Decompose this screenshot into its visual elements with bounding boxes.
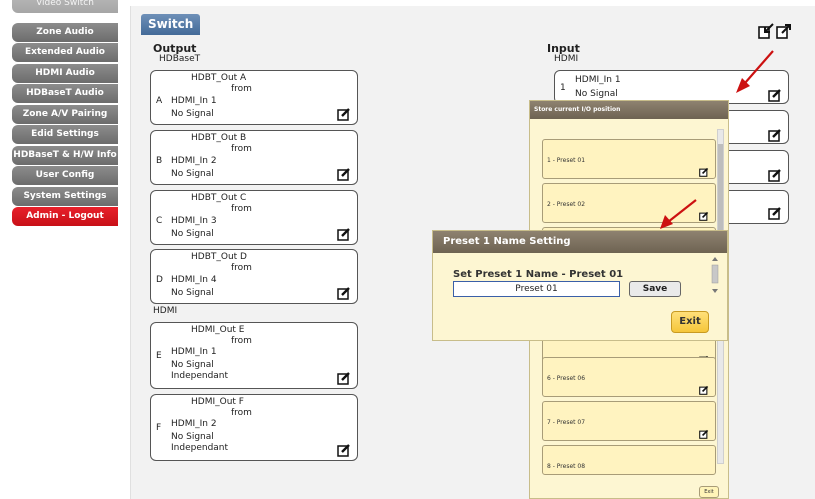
input-name: HDMI_In 1: [575, 75, 621, 85]
store-panel-title: Store current I/O position: [530, 101, 728, 119]
edit-icon[interactable]: [699, 167, 709, 177]
output-box-a: HDBT_Out A from A HDMI_In 1 No Signal: [150, 70, 358, 125]
output-from: from: [231, 408, 252, 418]
preset-name-input[interactable]: [453, 281, 620, 297]
edit-icon[interactable]: [699, 385, 709, 395]
edit-icon[interactable]: [337, 227, 351, 241]
edit-icon[interactable]: [699, 429, 709, 439]
export-icon[interactable]: [776, 23, 792, 39]
edit-icon[interactable]: [768, 168, 782, 182]
hdbaset-section-label: HDBaseT: [159, 54, 201, 64]
output-name: HDBT_Out D: [191, 252, 247, 262]
output-box-b: HDBT_Out B from B HDMI_In 2 No Signal: [150, 130, 358, 185]
preset-name-dialog: Preset 1 Name Setting Set Preset 1 Name …: [432, 230, 728, 341]
sidebar-item-zone-audio[interactable]: Zone Audio: [12, 23, 118, 42]
dialog-scrollbar[interactable]: [710, 253, 720, 297]
output-mode: Independant: [171, 371, 229, 381]
output-letter: B: [156, 156, 163, 166]
output-letter: E: [156, 351, 162, 361]
preset-label: 7 - Preset 07: [547, 419, 586, 426]
edit-icon[interactable]: [337, 443, 351, 457]
edit-icon[interactable]: [337, 371, 351, 385]
tab-switch[interactable]: Switch: [141, 14, 201, 35]
store-exit-button[interactable]: Exit: [699, 486, 719, 498]
output-from: from: [231, 204, 252, 214]
dialog-title: Preset 1 Name Setting: [433, 231, 727, 253]
input-number: 1: [560, 83, 566, 93]
output-letter: A: [156, 96, 163, 106]
output-status: No Signal: [171, 169, 214, 179]
output-name: HDBT_Out C: [191, 193, 247, 203]
output-status: No Signal: [171, 360, 214, 370]
output-status: No Signal: [171, 288, 214, 298]
preset-label: 2 - Preset 02: [547, 201, 586, 208]
sidebar-item-extended-audio[interactable]: Extended Audio: [12, 43, 118, 62]
sidebar-item-zone-av-pairing[interactable]: Zone A/V Pairing: [12, 105, 118, 124]
output-status: No Signal: [171, 109, 214, 119]
exit-button[interactable]: Exit: [671, 311, 709, 333]
hdmi-output-section-label: HDMI: [153, 306, 178, 316]
output-name: HDMI_Out E: [191, 325, 245, 335]
input-status: No Signal: [575, 89, 618, 99]
sidebar-item-user-config[interactable]: User Config: [12, 166, 118, 185]
output-box-f: HDMI_Out F from F HDMI_In 2 No Signal In…: [150, 394, 358, 461]
output-source: HDMI_In 4: [171, 275, 217, 285]
output-from: from: [231, 263, 252, 273]
output-box-e: HDMI_Out E from E HDMI_In 1 No Signal In…: [150, 322, 358, 389]
output-mode: Independant: [171, 443, 229, 453]
preset-label: 8 - Preset 08: [547, 463, 586, 470]
preset-item[interactable]: 7 - Preset 07: [542, 401, 716, 441]
output-source: HDMI_In 2: [171, 156, 217, 166]
output-from: from: [231, 144, 252, 154]
output-box-d: HDBT_Out D from D HDMI_In 4 No Signal: [150, 249, 358, 304]
output-source: HDMI_In 2: [171, 419, 217, 429]
output-name: HDBT_Out B: [191, 133, 247, 143]
edit-icon[interactable]: [337, 107, 351, 121]
output-name: HDBT_Out A: [191, 73, 247, 83]
output-source: HDMI_In 3: [171, 216, 217, 226]
output-from: from: [231, 84, 252, 94]
preset-item[interactable]: 2 - Preset 02: [542, 183, 716, 223]
output-from: from: [231, 336, 252, 346]
input-box-1: 1 HDMI_In 1 No Signal: [554, 70, 789, 104]
sidebar: Video Switch Zone Audio Extended Audio H…: [0, 0, 118, 499]
output-status: No Signal: [171, 432, 214, 442]
sidebar-item-hdbaset-hw-info[interactable]: HDBaseT & H/W Info: [12, 146, 118, 165]
preset-item[interactable]: 1 - Preset 01: [542, 139, 716, 179]
output-source: HDMI_In 1: [171, 347, 217, 357]
app-root: Video Switch Zone Audio Extended Audio H…: [0, 0, 815, 499]
save-button[interactable]: Save: [629, 281, 681, 297]
preset-item[interactable]: 8 - Preset 08: [542, 445, 716, 475]
output-status: No Signal: [171, 229, 214, 239]
edit-icon[interactable]: [768, 128, 782, 142]
sidebar-item-system-settings[interactable]: System Settings: [12, 187, 118, 206]
edit-icon[interactable]: [337, 286, 351, 300]
output-source: HDMI_In 1: [171, 96, 217, 106]
output-letter: F: [156, 423, 162, 433]
sidebar-item-admin-logout[interactable]: Admin - Logout: [12, 207, 118, 226]
preset-label: 6 - Preset 06: [547, 375, 586, 382]
preset-name-label: Set Preset 1 Name - Preset 01: [453, 269, 624, 280]
preset-item[interactable]: 6 - Preset 06: [542, 357, 716, 397]
edit-icon[interactable]: [699, 211, 709, 221]
edit-icon[interactable]: [337, 167, 351, 181]
edit-icon[interactable]: [768, 206, 782, 220]
hdmi-input-section-label: HDMI: [554, 54, 579, 64]
edit-icon[interactable]: [768, 88, 782, 102]
output-box-c: HDBT_Out C from C HDMI_In 3 No Signal: [150, 190, 358, 245]
import-icon[interactable]: [758, 23, 774, 39]
output-name: HDMI_Out F: [191, 397, 244, 407]
sidebar-item-hdbaset-audio[interactable]: HDBaseT Audio: [12, 84, 118, 103]
preset-label: 1 - Preset 01: [547, 157, 586, 164]
sidebar-item-edid-settings[interactable]: Edid Settings: [12, 125, 118, 144]
sidebar-item-video-switch[interactable]: Video Switch: [12, 0, 118, 13]
sidebar-item-hdmi-audio[interactable]: HDMI Audio: [12, 64, 118, 83]
output-letter: D: [156, 275, 163, 285]
output-letter: C: [156, 216, 163, 226]
